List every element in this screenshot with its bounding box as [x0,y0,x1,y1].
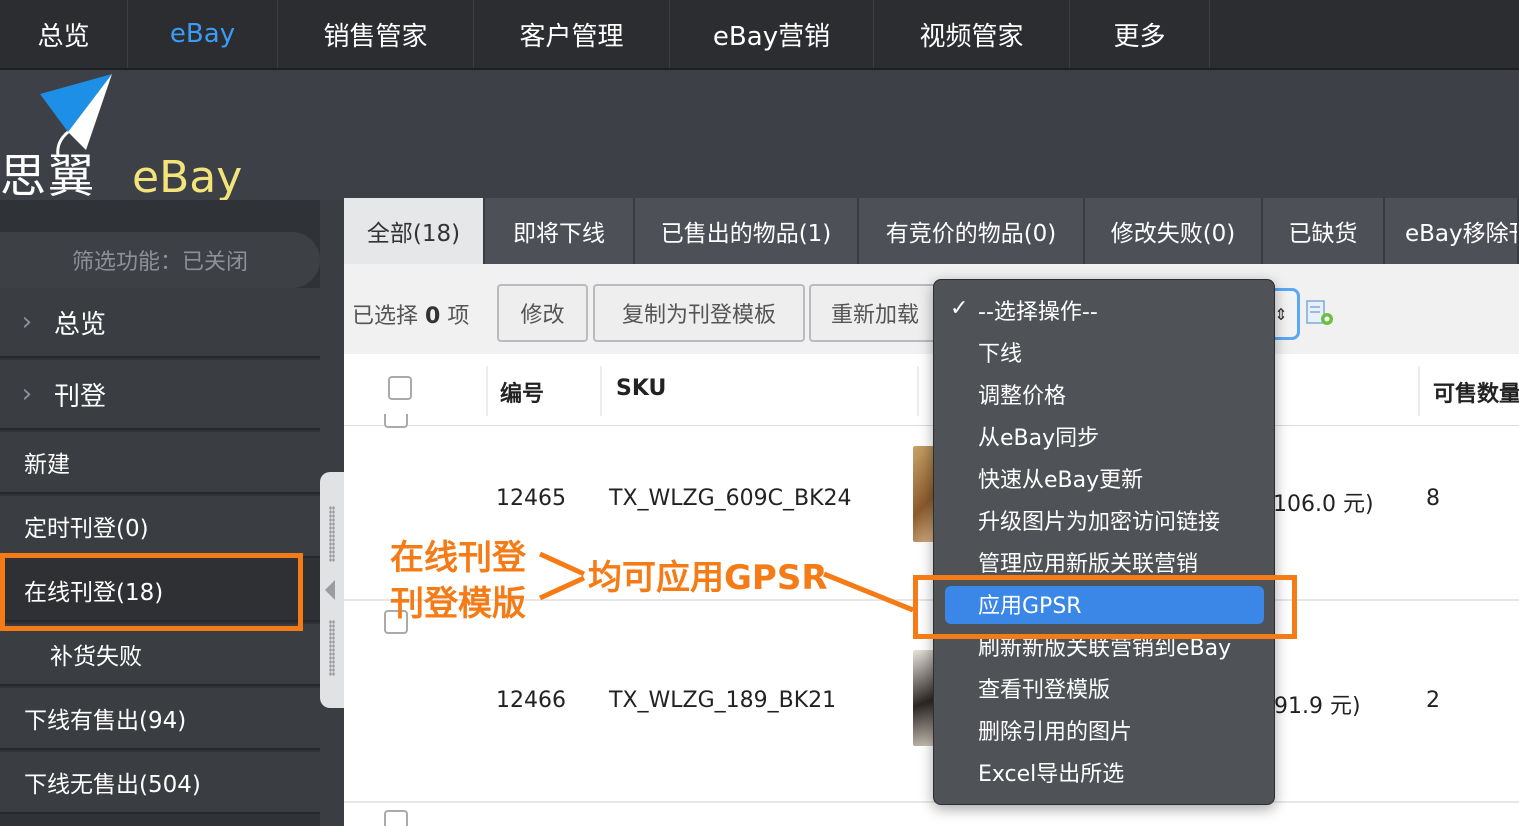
reload-button[interactable]: 重新加载 [809,284,939,342]
column-header-sku[interactable]: SKU [616,376,666,401]
sidebar-item-offline-unsold[interactable]: 下线无售出(504) [0,752,320,814]
product-thumbnail[interactable] [913,650,935,746]
nav-item-ebay[interactable]: eBay [128,0,278,68]
sidebar-item-restock-failed[interactable]: 补货失败 [0,624,320,686]
sidebar-item-offline-sold[interactable]: 下线有售出(94) [0,688,320,750]
top-nav: 总览 eBay 销售管家 客户管理 eBay营销 视频管家 更多 [0,0,1519,70]
annotation-online-listing: 在线刊登 [390,538,526,578]
row-id: 12465 [496,486,566,511]
selected-number: 0 [425,304,441,329]
row-divider [344,801,1519,803]
row-qty: 2 [1426,688,1440,713]
row-checkbox[interactable] [384,414,408,428]
row-price: 106.0 元) [1273,492,1374,517]
listing-tabs: 全部(18) 即将下线 已售出的物品(1) 有竞价的物品(0) 修改失败(0) … [344,198,1519,264]
grip-icon [329,620,335,676]
logo-text-cn: 思翼 [0,149,96,203]
annotation-box-online-listing [0,553,303,631]
column-divider [1418,366,1420,416]
nav-item-more[interactable]: 更多 [1070,0,1210,68]
column-header-id[interactable]: 编号 [500,376,544,408]
edit-button[interactable]: 修改 [497,284,588,342]
nav-item-customers[interactable]: 客户管理 [474,0,670,68]
filter-status[interactable]: 筛选功能：已关闭 [0,232,320,288]
row-qty: 8 [1426,486,1440,511]
sidebar-section-listing[interactable]: › 刊登 [0,360,320,430]
sidebar-section-label: 总览 [54,309,107,340]
row-sku: TX_WLZG_189_BK21 [609,688,837,713]
copy-as-template-button[interactable]: 复制为刊登模板 [593,284,805,342]
row-sku: TX_WLZG_609C_BK24 [609,486,852,511]
annotation-box-apply-gpsr [913,575,1297,639]
tab-out-of-stock[interactable]: 已缺货 [1263,198,1385,264]
annotation-gpsr-applicable: 均可应用GPSR [588,558,828,598]
selected-count: 已选择 0 项 [352,298,469,330]
chevron-right-icon: › [21,379,33,409]
dropdown-option-excel-export[interactable]: Excel导出所选 [978,754,1124,790]
chevron-right-icon: › [21,307,33,337]
tab-all[interactable]: 全部(18) [344,198,485,264]
sidebar-section-label: 刊登 [54,381,107,412]
tab-sold[interactable]: 已售出的物品(1) [635,198,859,264]
row-checkbox[interactable] [384,810,408,826]
dropdown-option-encrypt-images[interactable]: 升级图片为加密访问链接 [978,502,1220,538]
nav-item-overview[interactable]: 总览 [0,0,128,68]
selected-prefix: 已选择 [352,304,419,329]
dropdown-option-delete-images[interactable]: 删除引用的图片 [978,712,1132,748]
row-id: 12466 [496,688,566,713]
sidebar-splitter[interactable] [320,472,344,708]
collapse-arrow-icon[interactable] [325,580,335,600]
selected-suffix: 项 [447,304,470,329]
tab-bids[interactable]: 有竞价的物品(0) [859,198,1085,264]
nav-item-video[interactable]: 视频管家 [874,0,1070,68]
sidebar-section-overview[interactable]: › 总览 [0,288,320,358]
dropdown-option-sync-ebay[interactable]: 从eBay同步 [978,418,1099,454]
column-divider [486,366,488,416]
sidebar-item-scheduled[interactable]: 定时刊登(0) [0,496,320,558]
dropdown-option-quick-update[interactable]: 快速从eBay更新 [978,460,1143,496]
checkmark-icon: ✓ [950,296,969,321]
nav-item-marketing[interactable]: eBay营销 [670,0,874,68]
column-divider [917,366,919,416]
tab-ebay-removed[interactable]: eBay移除刊 [1385,198,1519,264]
column-divider [600,366,602,416]
tab-edit-failed[interactable]: 修改失败(0) [1085,198,1263,264]
row-price: 91.9 元) [1274,694,1361,719]
sidebar-item-new[interactable]: 新建 [0,432,320,494]
annotation-listing-template: 刊登模版 [390,584,526,624]
settings-gear-icon[interactable] [1306,300,1336,328]
nav-item-sales[interactable]: 销售管家 [278,0,474,68]
select-all-checkbox[interactable] [388,376,412,400]
dropdown-option-view-template[interactable]: 查看刊登模版 [978,670,1110,706]
dropdown-option-offline[interactable]: 下线 [978,334,1022,370]
dropdown-option-placeholder[interactable]: --选择操作-- [978,292,1098,328]
logo-text-ebay: eBay [132,152,243,203]
product-thumbnail[interactable] [913,446,935,542]
dropdown-option-adjust-price[interactable]: 调整价格 [978,376,1066,412]
grip-icon [329,506,335,562]
column-header-qty[interactable]: 可售数量 [1433,376,1519,408]
tab-ending-soon[interactable]: 即将下线 [485,198,635,264]
